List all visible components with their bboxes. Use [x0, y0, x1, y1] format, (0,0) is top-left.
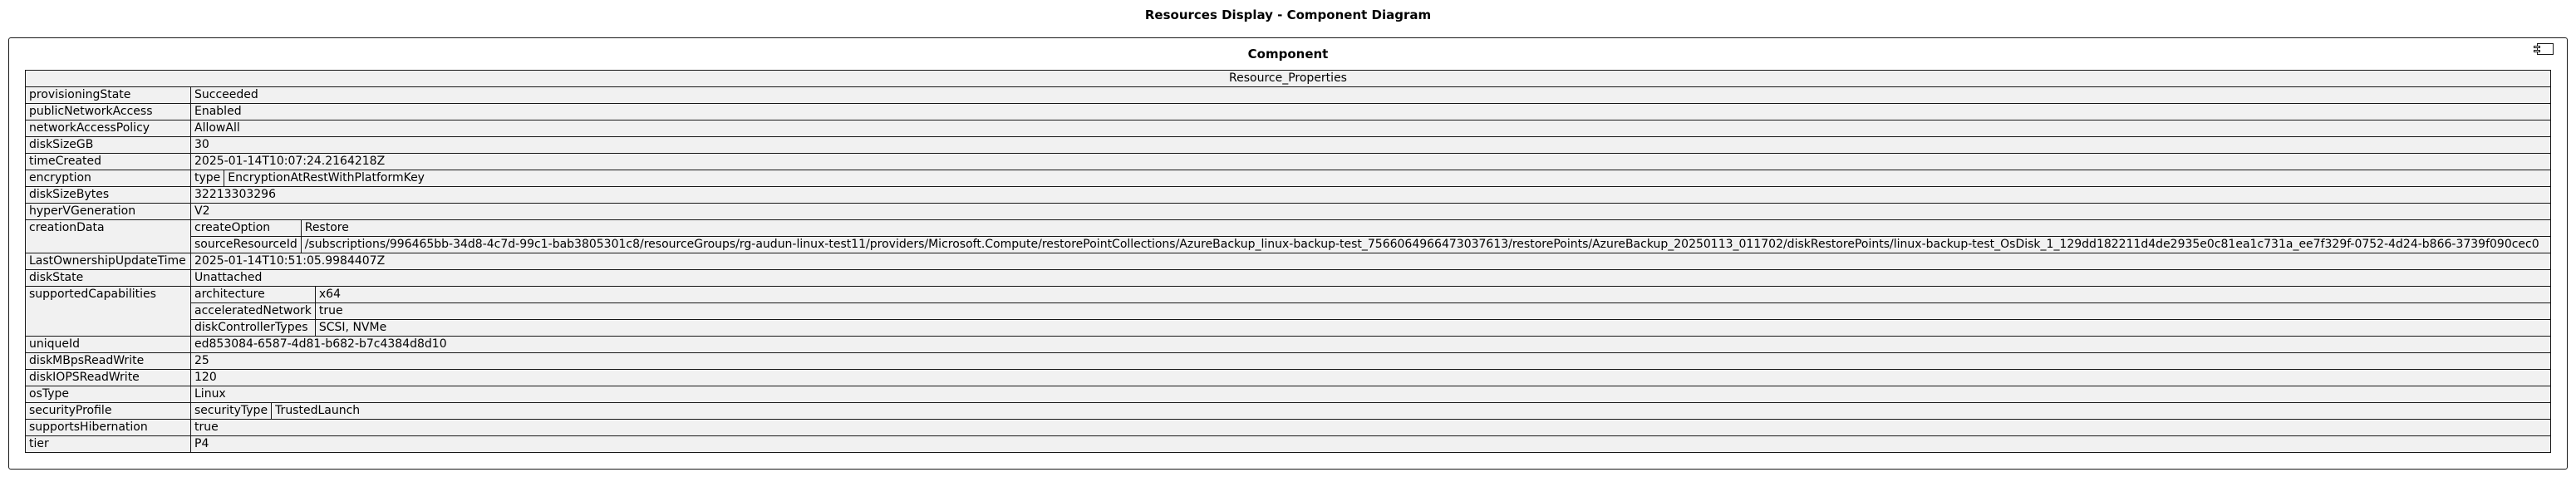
property-value: 2025-01-14T10:51:05.9984407Z: [190, 253, 2551, 270]
table-row: networkAccessPolicy AllowAll: [25, 120, 2551, 137]
nested-table: architecture x64 acceleratedNetwork true dis…: [191, 287, 2550, 336]
nested-key: securityType: [194, 404, 268, 417]
table-row: supportsHibernation true: [25, 419, 2551, 436]
nested-key: diskControllerTypes: [191, 319, 316, 336]
nested-row: createOption Restore: [191, 220, 2550, 237]
nested-table: createOption Restore sourceResourceId/subs…: [191, 220, 2550, 253]
nested-table: securityType TrustedLaunch: [191, 403, 2550, 419]
nested-value: TrustedLaunch: [271, 403, 2550, 419]
property-key: securityProfile: [25, 402, 191, 420]
nested-row: acceleratedNetwork true: [191, 302, 2550, 320]
nested-row: type EncryptionAtRestWithPlatformKey: [191, 170, 2550, 186]
nested-row: sourceResourceId/subscriptions/996465bb-…: [191, 236, 2550, 253]
property-value: true: [190, 419, 2551, 436]
property-value: 120: [190, 369, 2551, 386]
table-row: provisioningState Succeeded: [25, 86, 2551, 104]
table-row: diskSizeGB 30: [25, 136, 2551, 154]
table-row: diskSizeBytes 32213303296: [25, 186, 2551, 204]
table-row: timeCreated 2025-01-14T10:07:24.2164218Z: [25, 153, 2551, 170]
nested-row: architecture x64: [191, 287, 2550, 303]
property-key: tier: [25, 435, 191, 453]
property-key: diskState: [25, 269, 191, 287]
property-nested: securityType TrustedLaunch: [190, 402, 2551, 420]
property-value: 30: [190, 136, 2551, 154]
diagram-title: Resources Display - Component Diagram: [1144, 7, 1432, 22]
table-row: diskIOPSReadWrite 120: [25, 369, 2551, 386]
property-key: hyperVGeneration: [25, 203, 191, 220]
property-key: LastOwnershipUpdateTime: [25, 253, 191, 270]
property-nested: architecture x64 acceleratedNetwork true dis…: [190, 286, 2551, 337]
table-row: encryption type EncryptionAtRestWithPlatfo…: [25, 170, 2551, 187]
table-row: hyperVGeneration V2: [25, 203, 2551, 220]
table-header: Resource_Properties: [25, 70, 2551, 87]
nested-table: type EncryptionAtRestWithPlatformKey: [191, 170, 2550, 186]
property-value: V2: [190, 203, 2551, 220]
property-key: timeCreated: [25, 153, 191, 170]
property-key: encryption: [25, 170, 191, 187]
nested-value: true: [314, 302, 2550, 320]
table-row: publicNetworkAccess Enabled: [25, 103, 2551, 120]
component-title: Component: [1247, 47, 1329, 61]
table-row: diskMBpsReadWrite 25: [25, 352, 2551, 370]
property-value: ed853084-6587-4d81-b682-b7c4384d8d10: [190, 336, 2551, 353]
property-value: Unattached: [190, 269, 2551, 287]
property-key: supportsHibernation: [25, 419, 191, 436]
nested-value: Restore: [300, 220, 2550, 237]
property-value: 2025-01-14T10:07:24.2164218Z: [190, 153, 2551, 170]
property-nested: type EncryptionAtRestWithPlatformKey: [190, 170, 2551, 187]
table-row: diskState Unattached: [25, 269, 2551, 287]
property-value: Linux: [190, 386, 2551, 403]
property-value: AllowAll: [190, 120, 2551, 137]
nested-value: EncryptionAtRestWithPlatformKey: [224, 170, 2550, 186]
property-value: Succeeded: [190, 86, 2551, 104]
table-row: LastOwnershipUpdateTime 2025-01-14T10:51:…: [25, 253, 2551, 270]
property-key: creationData: [25, 219, 191, 253]
nested-key: type: [194, 171, 221, 184]
nested-value: SCSI, NVMe: [314, 319, 2550, 336]
property-key: osType: [25, 386, 191, 403]
table-row: creationData createOption Restore sourceRes…: [25, 219, 2551, 253]
property-value: Enabled: [190, 103, 2551, 120]
property-key: diskSizeGB: [25, 136, 191, 154]
property-key: networkAccessPolicy: [25, 120, 191, 137]
property-key: diskMBpsReadWrite: [25, 352, 191, 370]
table-row: supportedCapabilities architecture x64 acce…: [25, 286, 2551, 337]
property-key: publicNetworkAccess: [25, 103, 191, 120]
table-row: securityProfile securityType TrustedLaunch: [25, 402, 2551, 420]
nested-value: /subscriptions/996465bb-34d8-4c7d-99c1-b…: [300, 236, 2550, 253]
table-row: osType Linux: [25, 386, 2551, 403]
component-box: Component Resource_Properties provisioni…: [8, 37, 2568, 470]
nested-key: acceleratedNetwork: [191, 302, 316, 320]
property-key: diskIOPSReadWrite: [25, 369, 191, 386]
nested-row: diskControllerTypes SCSI, NVMe: [191, 319, 2550, 336]
nested-row: securityType TrustedLaunch: [191, 403, 2550, 419]
property-value: 25: [190, 352, 2551, 370]
property-key: provisioningState: [25, 86, 191, 104]
property-key: supportedCapabilities: [25, 286, 191, 337]
property-key: diskSizeBytes: [25, 186, 191, 204]
nested-key: architecture: [194, 288, 265, 301]
property-value: P4: [190, 435, 2551, 453]
property-nested: createOption Restore sourceResourceId/subs…: [190, 219, 2551, 253]
property-key: uniqueId: [25, 336, 191, 353]
property-value: 32213303296: [190, 186, 2551, 204]
nested-value: x64: [314, 287, 2550, 303]
resource-properties-table: Resource_Properties provisioningState Suc…: [25, 70, 2551, 453]
nested-key: sourceResourceId: [191, 236, 302, 253]
table-header-row: Resource_Properties: [25, 70, 2551, 87]
nested-key: createOption: [194, 221, 271, 234]
table-row: tier P4: [25, 435, 2551, 453]
table-row: uniqueId ed853084-6587-4d81-b682-b7c4384d…: [25, 336, 2551, 353]
